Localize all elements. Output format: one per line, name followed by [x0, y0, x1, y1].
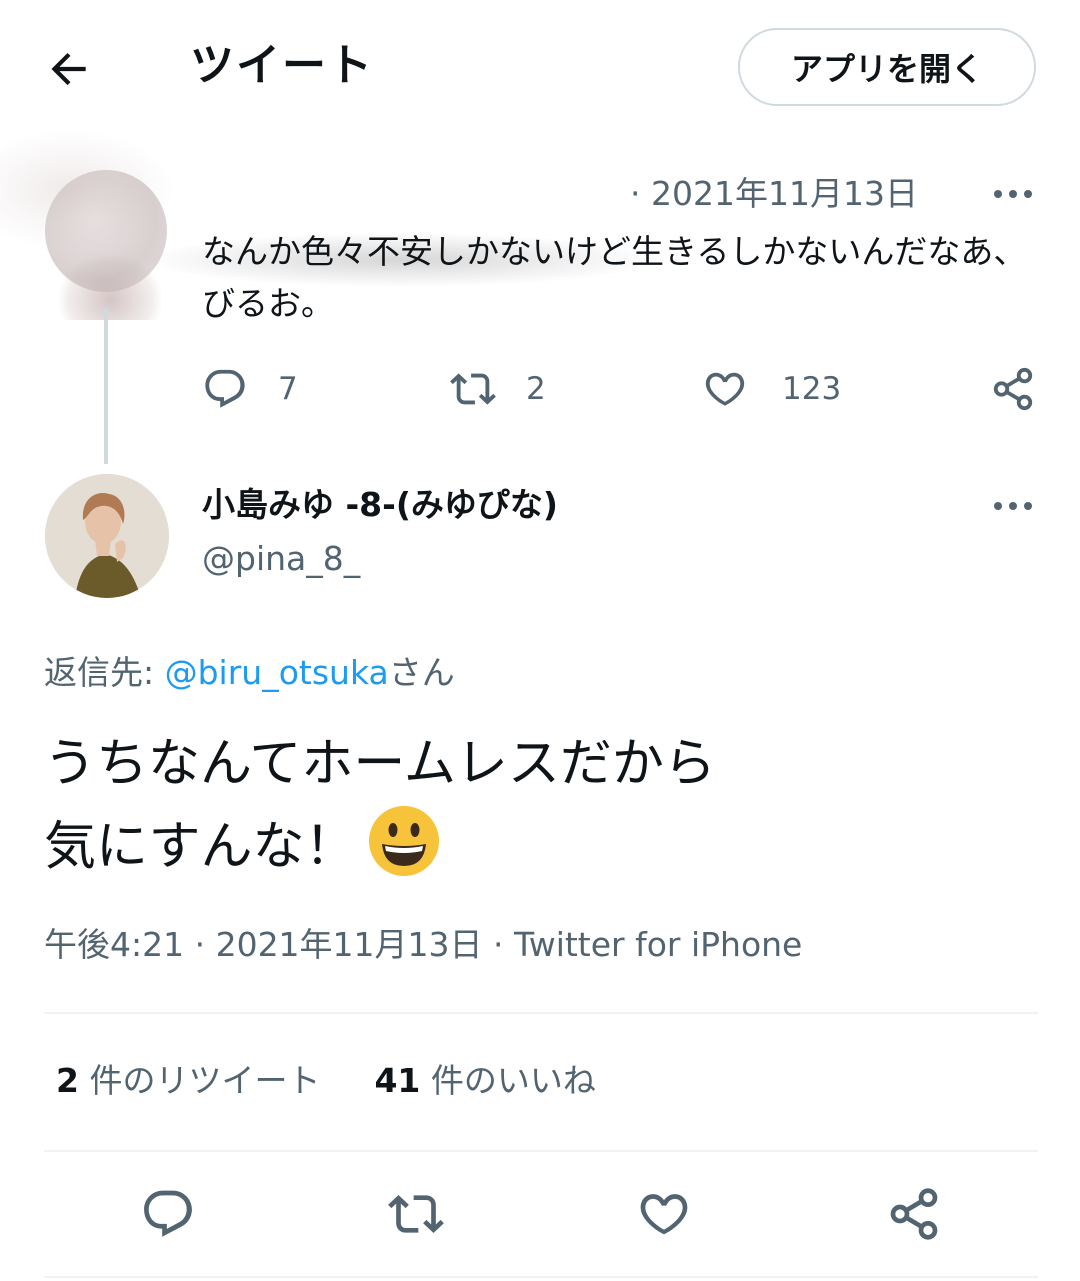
reply-mention-link[interactable]: @biru_otsuka — [165, 653, 389, 692]
like-stat-count: 41 — [374, 1061, 421, 1100]
share-icon — [993, 367, 1033, 411]
share-button[interactable] — [886, 1186, 942, 1242]
parent-tweet-date[interactable]: · 2021年11月13日 — [630, 168, 918, 220]
heart-icon — [705, 372, 745, 406]
tweet-text: うちなんてホームレスだから 気にすんな！ — [44, 724, 1044, 887]
divider-bottom — [44, 1276, 1038, 1278]
reply-to-prefix: 返信先: — [44, 653, 165, 692]
parent-like-count: 123 — [782, 371, 842, 407]
like-button[interactable] — [636, 1186, 692, 1242]
tweet-meta: 午後4:21 · 2021年11月13日 · Twitter for iPhon… — [44, 925, 803, 964]
tweet-text-line-2-wrap: 気にすんな！ — [44, 804, 1044, 887]
tweet-text-line-1: うちなんてホームレスだから — [44, 734, 716, 794]
reply-to-suffix: さん — [388, 653, 455, 692]
tweet-stats: 2 件のリツイート 41 件のいいね — [56, 1054, 596, 1108]
tweet-text-line-2: 気にすんな！ — [44, 817, 357, 877]
open-app-button[interactable]: アプリを開く — [738, 28, 1036, 106]
author-display-name[interactable]: 小島みゆ -8-(みゆぴな) — [202, 478, 558, 532]
heart-icon — [640, 1194, 688, 1235]
like-stat-label: 件のいいね — [420, 1061, 596, 1100]
parent-retweet-count: 2 — [526, 371, 546, 407]
reply-button[interactable] — [140, 1186, 196, 1242]
parent-reply-count: 7 — [278, 371, 298, 407]
tweet-more-icon[interactable] — [990, 490, 1036, 522]
retweet-stat[interactable]: 2 件のリツイート — [56, 1061, 320, 1100]
retweet-icon — [450, 373, 496, 405]
retweet-button[interactable] — [388, 1186, 444, 1242]
parent-retweet-button[interactable]: 2 — [450, 366, 546, 412]
parent-avatar[interactable] — [45, 170, 167, 292]
retweet-stat-count: 2 — [56, 1061, 79, 1100]
retweet-stat-label: 件のリツイート — [78, 1061, 321, 1100]
share-icon — [890, 1188, 938, 1240]
parent-reply-button[interactable]: 7 — [202, 366, 298, 412]
parent-tweet-text: なんか色々不安しかないけど生きるしかないんだなあ、びるお。 — [202, 232, 1027, 323]
thread-connector-line — [104, 308, 108, 464]
author-avatar[interactable] — [45, 474, 169, 598]
parent-share-button[interactable] — [990, 366, 1036, 412]
retweet-icon — [388, 1195, 444, 1233]
reply-icon — [205, 369, 245, 408]
author-handle[interactable]: @pina_8_ — [202, 532, 360, 586]
parent-more-icon[interactable] — [990, 178, 1036, 210]
divider-top — [44, 1012, 1038, 1014]
grinning-face-emoji-icon — [367, 804, 441, 878]
divider-middle — [44, 1150, 1038, 1152]
reply-icon — [144, 1190, 192, 1237]
reply-to-line: 返信先: @biru_otsukaさん — [44, 646, 455, 700]
parent-like-button[interactable]: 123 — [702, 366, 841, 412]
like-stat[interactable]: 41 件のいいね — [374, 1061, 595, 1100]
